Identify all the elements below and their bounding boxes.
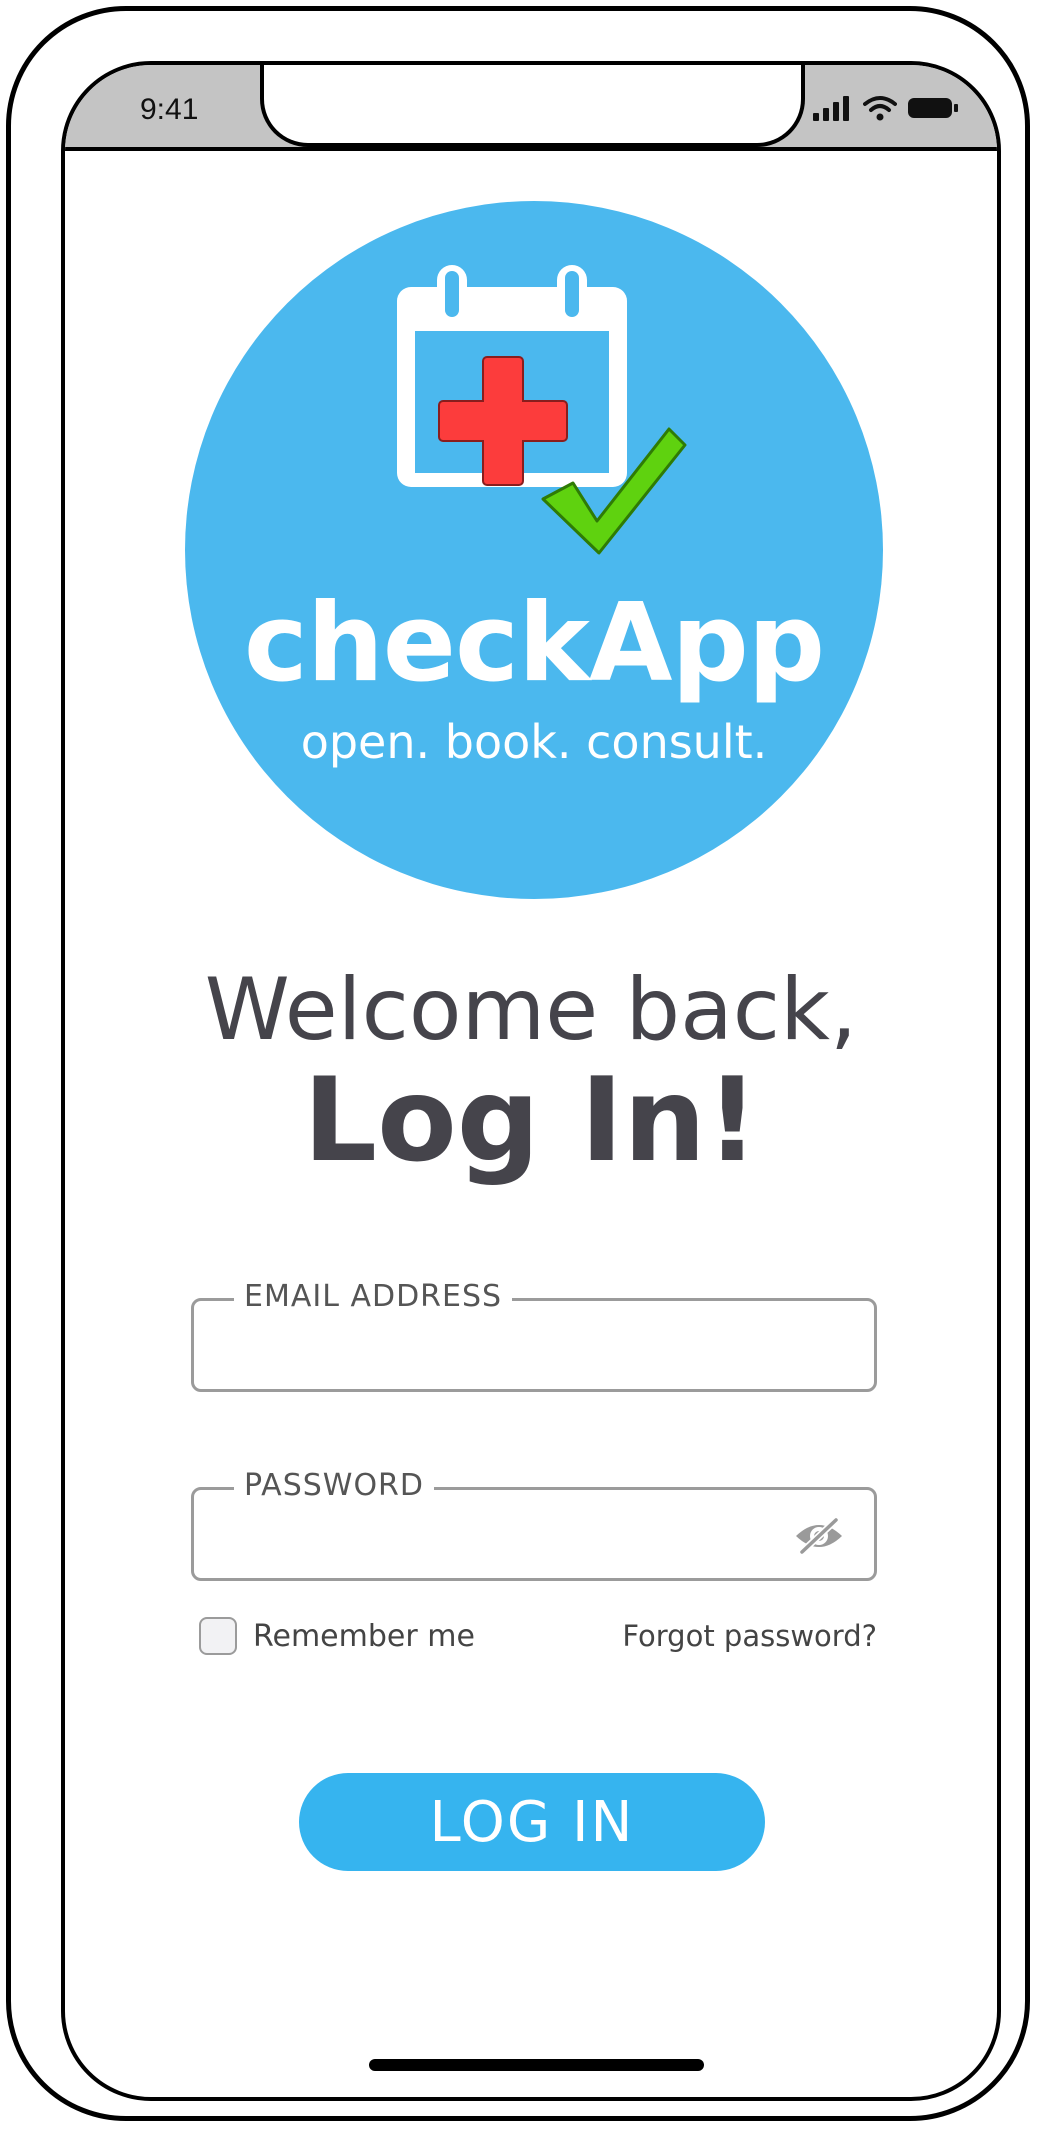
forgot-password-link[interactable]: Forgot password?	[622, 1619, 877, 1653]
phone-screen: 9:41 checkApp open. book. consult. Welco…	[61, 61, 1001, 2101]
email-field[interactable]: EMAIL ADDRESS	[191, 1279, 877, 1392]
password-label: PASSWORD	[234, 1468, 435, 1503]
email-label: EMAIL ADDRESS	[234, 1279, 513, 1314]
eye-slash-icon[interactable]	[792, 1516, 846, 1556]
welcome-heading: Welcome back,	[204, 960, 858, 1060]
logo-tagline: open. book. consult.	[300, 715, 768, 769]
password-field[interactable]: PASSWORD	[191, 1468, 877, 1581]
remember-me-checkbox[interactable]	[199, 1617, 237, 1655]
calendar-medical-check-icon	[397, 265, 687, 555]
battery-icon	[908, 98, 958, 118]
status-icons	[813, 95, 959, 121]
password-input[interactable]	[214, 1508, 778, 1564]
email-input[interactable]	[214, 1319, 778, 1375]
phone-frame: 9:41 checkApp open. book. consult. Welco…	[6, 6, 1030, 2121]
remember-me-label[interactable]: Remember me	[253, 1619, 475, 1654]
page-title: Log In!	[303, 1053, 759, 1188]
notch	[260, 65, 805, 147]
home-indicator[interactable]	[369, 2059, 704, 2071]
wifi-icon	[863, 96, 897, 121]
app-logo: checkApp open. book. consult.	[185, 201, 883, 899]
signal-icon	[813, 96, 849, 121]
status-bar: 9:41	[65, 65, 997, 151]
logo-name: checkApp	[243, 581, 825, 706]
status-time: 9:41	[140, 93, 199, 126]
login-button[interactable]: LOG IN	[299, 1773, 765, 1871]
